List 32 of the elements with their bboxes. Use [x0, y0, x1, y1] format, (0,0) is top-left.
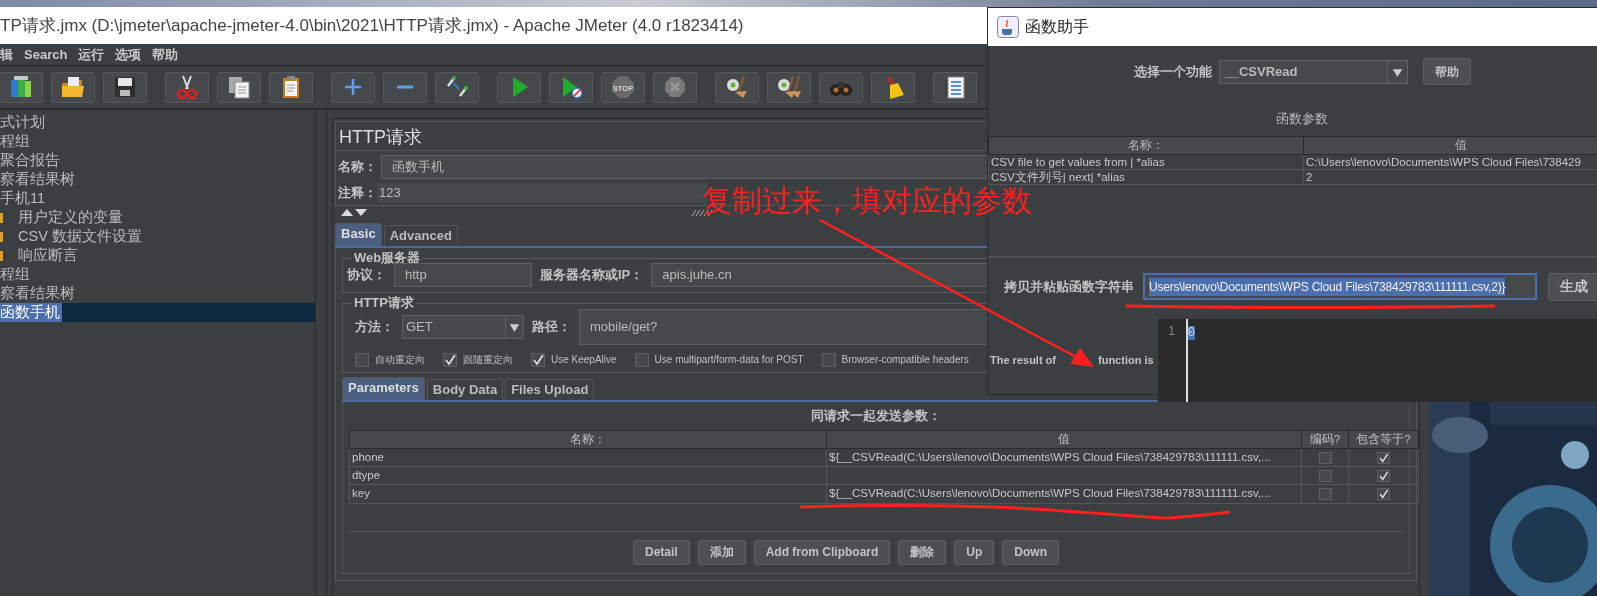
checkbox-label: 跟随重定向 [463, 353, 513, 367]
table-cell: key [349, 484, 827, 503]
checkbox-label: Use KeepAlive [551, 353, 617, 367]
column-header: 值 [1303, 136, 1597, 155]
field-label: 注释： [338, 184, 377, 203]
result-text: 0 [1187, 325, 1195, 340]
table-caption: 同请求一起发送参数： [811, 408, 941, 423]
table-cell: CSV文件列号| next| *alias [988, 169, 1304, 185]
checkbox-label: 自动重定向 [375, 353, 425, 367]
column-header: 名称： [988, 136, 1304, 155]
field-label: 方法： [355, 318, 394, 337]
line-number: 1 [1157, 318, 1188, 402]
table-cell: ${__CSVRead(C:\Users\lenovo\Documents\WPS Cloud Files\738429783\111111.csv,... [826, 484, 1302, 503]
field-label: 协议： [347, 266, 386, 285]
field-label: The result of [990, 353, 1056, 368]
field-label: function is [1098, 353, 1154, 368]
table-cell: phone [349, 448, 827, 467]
field-label: 服务器名称或IP： [540, 266, 644, 285]
checkbox-label: Use multipart/form-data for POST [654, 353, 804, 367]
field-label: 路径： [532, 318, 571, 337]
field-label: 拷贝并粘贴函数字符串 [1004, 278, 1134, 296]
field-label: 名称： [338, 158, 377, 177]
column-header: 编码? [1301, 430, 1349, 449]
column-header: 包含等于? [1348, 430, 1419, 449]
checkbox-label: Browser-compatible headers [841, 353, 969, 367]
field-label: 选择一个功能 [1133, 62, 1212, 81]
window-title: 函数助手 [1025, 17, 1089, 37]
table-cell: dtype [349, 466, 827, 485]
column-header: 名称： [349, 430, 827, 449]
table-cell: CSV file to get values from | *alias [988, 154, 1304, 170]
table-cell: ${__CSVRead(C:\Users\lenovo\Documents\WPS Cloud Files\738429783\111111.csv,... [826, 448, 1302, 467]
column-header: 值 [826, 430, 1302, 449]
